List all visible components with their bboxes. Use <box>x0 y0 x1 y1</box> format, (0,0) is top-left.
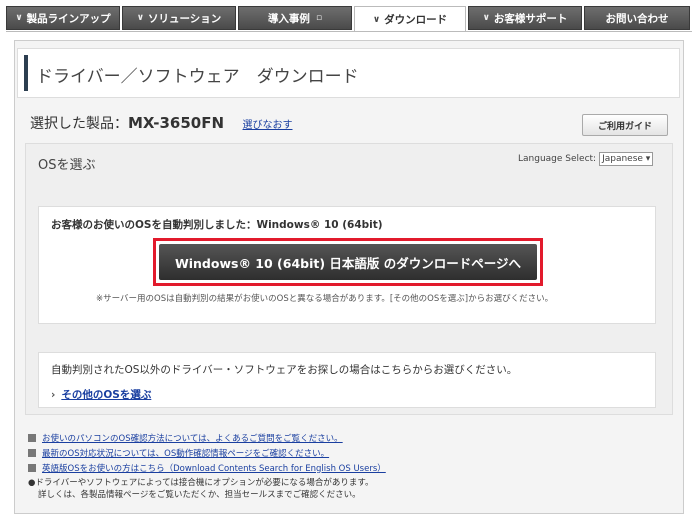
chevron-down-icon: ∨ <box>372 14 381 25</box>
os-compat-link[interactable]: 最新のOS対応状況については、OS動作確認情報ページをご確認ください。 <box>42 447 329 459</box>
language-dropdown[interactable]: Japanese ▾ <box>599 152 654 166</box>
os-panel-heading: OSを選ぶ <box>38 158 96 173</box>
nav-tab-label: お客様サポート <box>493 12 568 25</box>
footer-links: お使いのパソコンのOS確認方法については、よくあるご質問をご覧ください。 最新の… <box>28 430 386 500</box>
download-page-button[interactable]: Windows® 10 (64bit) 日本語版 のダウンロードページへ <box>159 244 537 280</box>
other-os-link[interactable]: その他のOSを選ぶ <box>61 389 151 401</box>
product-name: MX-3650FN <box>128 114 225 132</box>
nav-divider <box>6 31 692 32</box>
nav-tab-label: 導入事例 <box>267 12 310 25</box>
external-link-icon: ▫ <box>315 13 323 23</box>
other-os-link-row[interactable]: › その他のOSを選ぶ <box>51 387 151 402</box>
list-item: 最新のOS対応状況については、OS動作確認情報ページをご確認ください。 <box>28 445 386 460</box>
title-accent-bar <box>24 55 28 91</box>
auto-detect-message: お客様のお使いのOSを自動判別しました：Windows® 10 (64bit) <box>51 219 383 231</box>
chevron-right-icon: › <box>51 389 56 401</box>
nav-tab-download[interactable]: ∨ ダウンロード <box>354 6 466 32</box>
nav-tab-products[interactable]: ∨ 製品ラインアップ <box>6 6 120 30</box>
user-guide-button[interactable]: ご利用ガイド <box>582 114 668 136</box>
list-item: 英語版OSをお使いの方はこちら（Download Contents Search… <box>28 460 386 475</box>
faq-os-check-link[interactable]: お使いのパソコンのOS確認方法については、よくあるご質問をご覧ください。 <box>42 432 343 444</box>
page-header: ドライバー／ソフトウェア ダウンロード <box>17 48 680 98</box>
option-note-line2: 詳しくは、各製品情報ページをご覧いただくか、担当セールスまでご確認ください。 <box>38 490 361 500</box>
reselect-link[interactable]: 選びなおす <box>243 120 293 131</box>
option-note-line1: ●ドライバーやソフトウェアによっては接合機にオプションが必要になる場合があります… <box>28 478 374 488</box>
chevron-down-icon: ∨ <box>15 13 23 23</box>
nav-tab-support[interactable]: ∨ お客様サポート <box>468 6 582 30</box>
other-os-box: 自動判別されたOS以外のドライバー・ソフトウェアをお探しの場合はこちらからお選び… <box>38 352 656 408</box>
list-item: お使いのパソコンのOS確認方法については、よくあるご質問をご覧ください。 <box>28 430 386 445</box>
nav-tab-cases[interactable]: 導入事例 ▫ <box>238 6 352 30</box>
nav-tab-label: お問い合わせ <box>605 12 669 25</box>
chevron-down-icon: ∨ <box>136 13 144 23</box>
top-nav: ∨ 製品ラインアップ ∨ ソリューション 導入事例 ▫ ∨ ダウンロード ∨ お… <box>6 6 692 32</box>
square-bullet-icon <box>28 433 36 442</box>
nav-tab-label: 製品ラインアップ <box>26 12 111 25</box>
chevron-down-icon: ∨ <box>482 13 490 23</box>
nav-tab-label: ダウンロード <box>384 14 448 26</box>
other-os-message: 自動判別されたOS以外のドライバー・ソフトウェアをお探しの場合はこちらからお選び… <box>51 364 518 376</box>
product-prefix: 選択した製品： <box>30 116 128 132</box>
page-title: ドライバー／ソフトウェア ダウンロード <box>36 67 359 87</box>
server-os-note: ※サーバー用のOSは自動判別の結果がお使いのOSと異なる場合があります。[その他… <box>96 294 554 304</box>
language-label: Language Select: <box>518 154 597 164</box>
language-select: Language Select: Japanese ▾ <box>518 152 654 166</box>
english-os-link[interactable]: 英語版OSをお使いの方はこちら（Download Contents Search… <box>42 462 386 474</box>
selected-product: 選択した製品：MX-3650FN 選びなおす <box>30 113 293 133</box>
nav-tab-solutions[interactable]: ∨ ソリューション <box>122 6 236 30</box>
square-bullet-icon <box>28 448 36 457</box>
nav-tab-label: ソリューション <box>148 12 222 25</box>
square-bullet-icon <box>28 463 36 472</box>
nav-tab-contact[interactable]: お問い合わせ <box>584 6 690 30</box>
